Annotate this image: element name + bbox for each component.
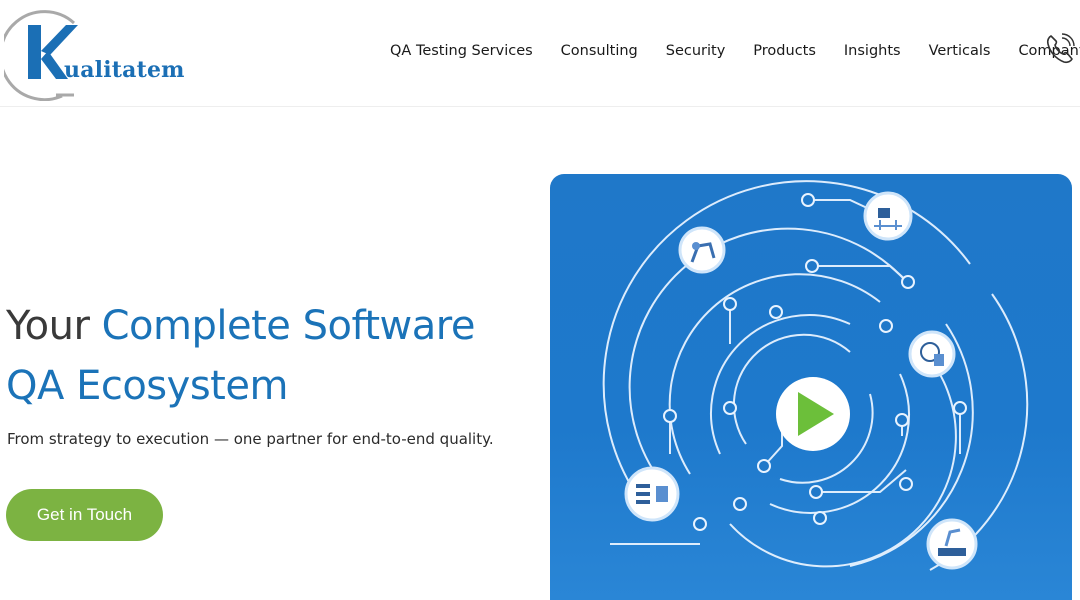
get-in-touch-button[interactable]: Get in Touch xyxy=(6,489,163,541)
hero-headline: Your Complete Software QA Ecosystem xyxy=(6,296,526,416)
nav-qa-testing-services[interactable]: QA Testing Services xyxy=(390,40,533,62)
headline-accent-2: QA Ecosystem xyxy=(6,363,288,409)
hero-video[interactable] xyxy=(550,174,1072,600)
nav-security[interactable]: Security xyxy=(666,40,726,62)
network-device-icon xyxy=(863,191,913,241)
headline-accent-1: Complete Software xyxy=(101,303,476,349)
circuit-illustration xyxy=(602,180,1029,571)
headline-lead: Your xyxy=(6,303,102,349)
nav-verticals[interactable]: Verticals xyxy=(929,40,991,62)
main-nav: QA Testing Services Consulting Security … xyxy=(390,40,1080,62)
site-header: ualitatem QA Testing Services Consulting… xyxy=(0,0,1080,107)
nav-consulting[interactable]: Consulting xyxy=(561,40,638,62)
phone-icon[interactable] xyxy=(1044,32,1076,66)
nav-insights[interactable]: Insights xyxy=(844,40,901,62)
server-stack-icon xyxy=(624,466,680,522)
play-icon[interactable] xyxy=(776,377,850,451)
kualitatem-logo[interactable]: ualitatem xyxy=(0,5,204,102)
conveyor-robot-icon xyxy=(926,518,978,570)
globe-document-icon xyxy=(908,330,956,378)
hero-subtitle: From strategy to execution — one partner… xyxy=(7,430,494,448)
nav-products[interactable]: Products xyxy=(753,40,816,62)
logo-mark-icon xyxy=(0,10,78,102)
robot-arm-icon xyxy=(678,226,726,274)
logo-wordmark: ualitatem xyxy=(64,57,185,83)
